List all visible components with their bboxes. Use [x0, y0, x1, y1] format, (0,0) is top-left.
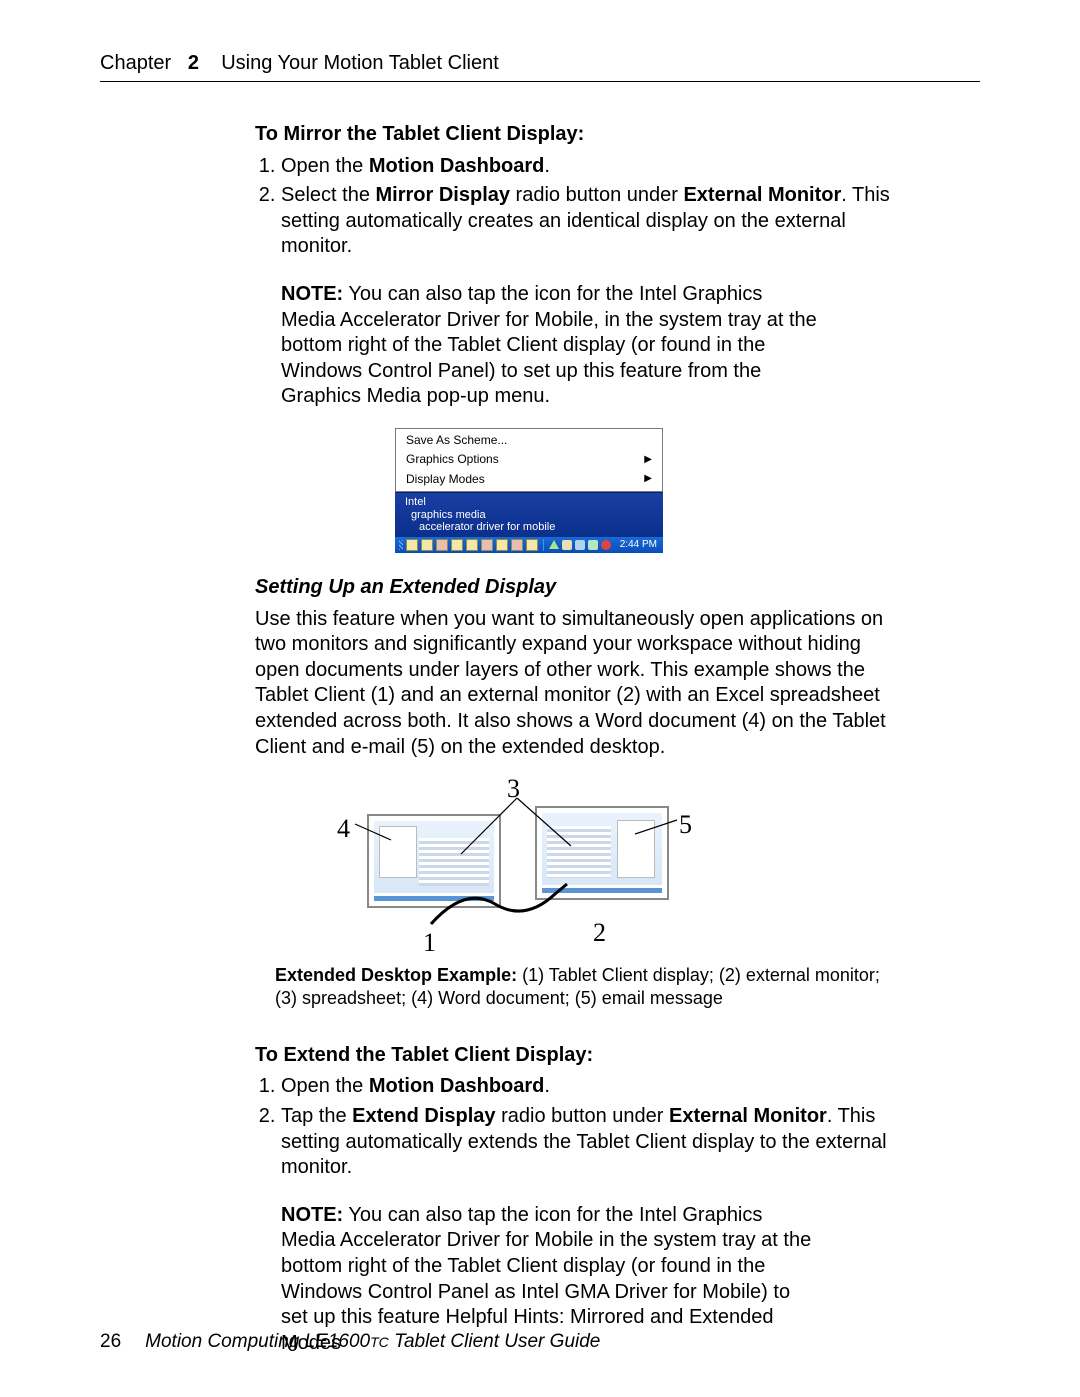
mirror-steps: Open the Motion Dashboard. Select the Mi… [255, 154, 895, 260]
taskbar-app-icon [421, 539, 433, 551]
mirror-step-2: Select the Mirror Display radio button u… [281, 183, 895, 260]
tray-icon [575, 540, 585, 550]
extend-step-1: Open the Motion Dashboard. [281, 1074, 895, 1100]
tray-icon [588, 540, 598, 550]
taskbar-divider-icon [543, 539, 544, 551]
figure-callout-3: 3 [507, 772, 520, 805]
figure-word-doc-icon [379, 826, 417, 878]
taskbar-app-icon [451, 539, 463, 551]
popup-item-save-scheme: Save As Scheme... [396, 431, 662, 450]
page-number: 26 [100, 1331, 121, 1353]
intel-gma-banner: Intel graphics media accelerator driver … [395, 492, 663, 537]
chapter-label-text: Chapter [100, 52, 171, 74]
footer-title: Motion Computing LE1600TC Tablet Client … [145, 1331, 600, 1353]
taskbar-app-icon [481, 539, 493, 551]
content-column: To Mirror the Tablet Client Display: Ope… [255, 122, 895, 1356]
taskbar-clock: 2:44 PM [620, 539, 659, 552]
taskbar-app-icon [526, 539, 538, 551]
figure-caption: Extended Desktop Example: (1) Tablet Cli… [275, 964, 880, 1011]
figure-callout-1: 1 [423, 926, 436, 959]
mirror-heading: To Mirror the Tablet Client Display: [255, 122, 895, 148]
page-footer: 26 Motion Computing LE1600TC Tablet Clie… [100, 1331, 600, 1353]
submenu-arrow-icon: ▶ [644, 454, 652, 467]
tray-icon [562, 540, 572, 550]
mirror-step-1: Open the Motion Dashboard. [281, 154, 895, 180]
figure-callout-2: 2 [593, 916, 606, 949]
extended-setup-heading: Setting Up an Extended Display [255, 575, 895, 601]
figure-monitor-1 [367, 814, 501, 908]
figure-callout-5: 5 [679, 808, 692, 841]
chapter-header: Chapter 2 Using Your Motion Tablet Clien… [100, 52, 980, 82]
extend-step-2: Tap the Extend Display radio button unde… [281, 1104, 895, 1181]
popup-context-menu: Save As Scheme... Graphics Options▶ Disp… [395, 428, 663, 492]
extended-setup-body: Use this feature when you want to simult… [255, 607, 895, 761]
figure-email-icon [617, 820, 655, 878]
system-tray-bar: 2:44 PM [395, 537, 663, 553]
tray-icon [549, 540, 559, 549]
tray-icon [601, 540, 611, 550]
taskbar-app-icon [466, 539, 478, 551]
chapter-number: 2 [188, 52, 199, 74]
popup-item-display-modes: Display Modes▶ [396, 470, 662, 489]
extended-desktop-figure: 3 4 5 1 2 [335, 776, 695, 956]
taskbar-grip-icon [399, 540, 403, 550]
extend-steps: Open the Motion Dashboard. Tap the Exten… [255, 1074, 895, 1180]
mirror-note: NOTE: You can also tap the icon for the … [281, 282, 821, 410]
figure-spreadsheet-left-icon [419, 838, 489, 886]
taskbar-app-icon [511, 539, 523, 551]
figure-spreadsheet-right-icon [547, 826, 611, 878]
popup-item-graphics-options: Graphics Options▶ [396, 450, 662, 469]
figure-monitor-2 [535, 806, 669, 900]
taskbar-app-icon [436, 539, 448, 551]
taskbar-app-icon [406, 539, 418, 551]
figure-callout-4: 4 [337, 812, 350, 845]
extend-heading: To Extend the Tablet Client Display: [255, 1043, 895, 1069]
chapter-title: Using Your Motion Tablet Client [221, 52, 499, 74]
submenu-arrow-icon: ▶ [644, 473, 652, 486]
taskbar-app-icon [496, 539, 508, 551]
popup-menu-figure: Save As Scheme... Graphics Options▶ Disp… [395, 428, 663, 553]
page: Chapter 2 Using Your Motion Tablet Clien… [0, 0, 1080, 1397]
